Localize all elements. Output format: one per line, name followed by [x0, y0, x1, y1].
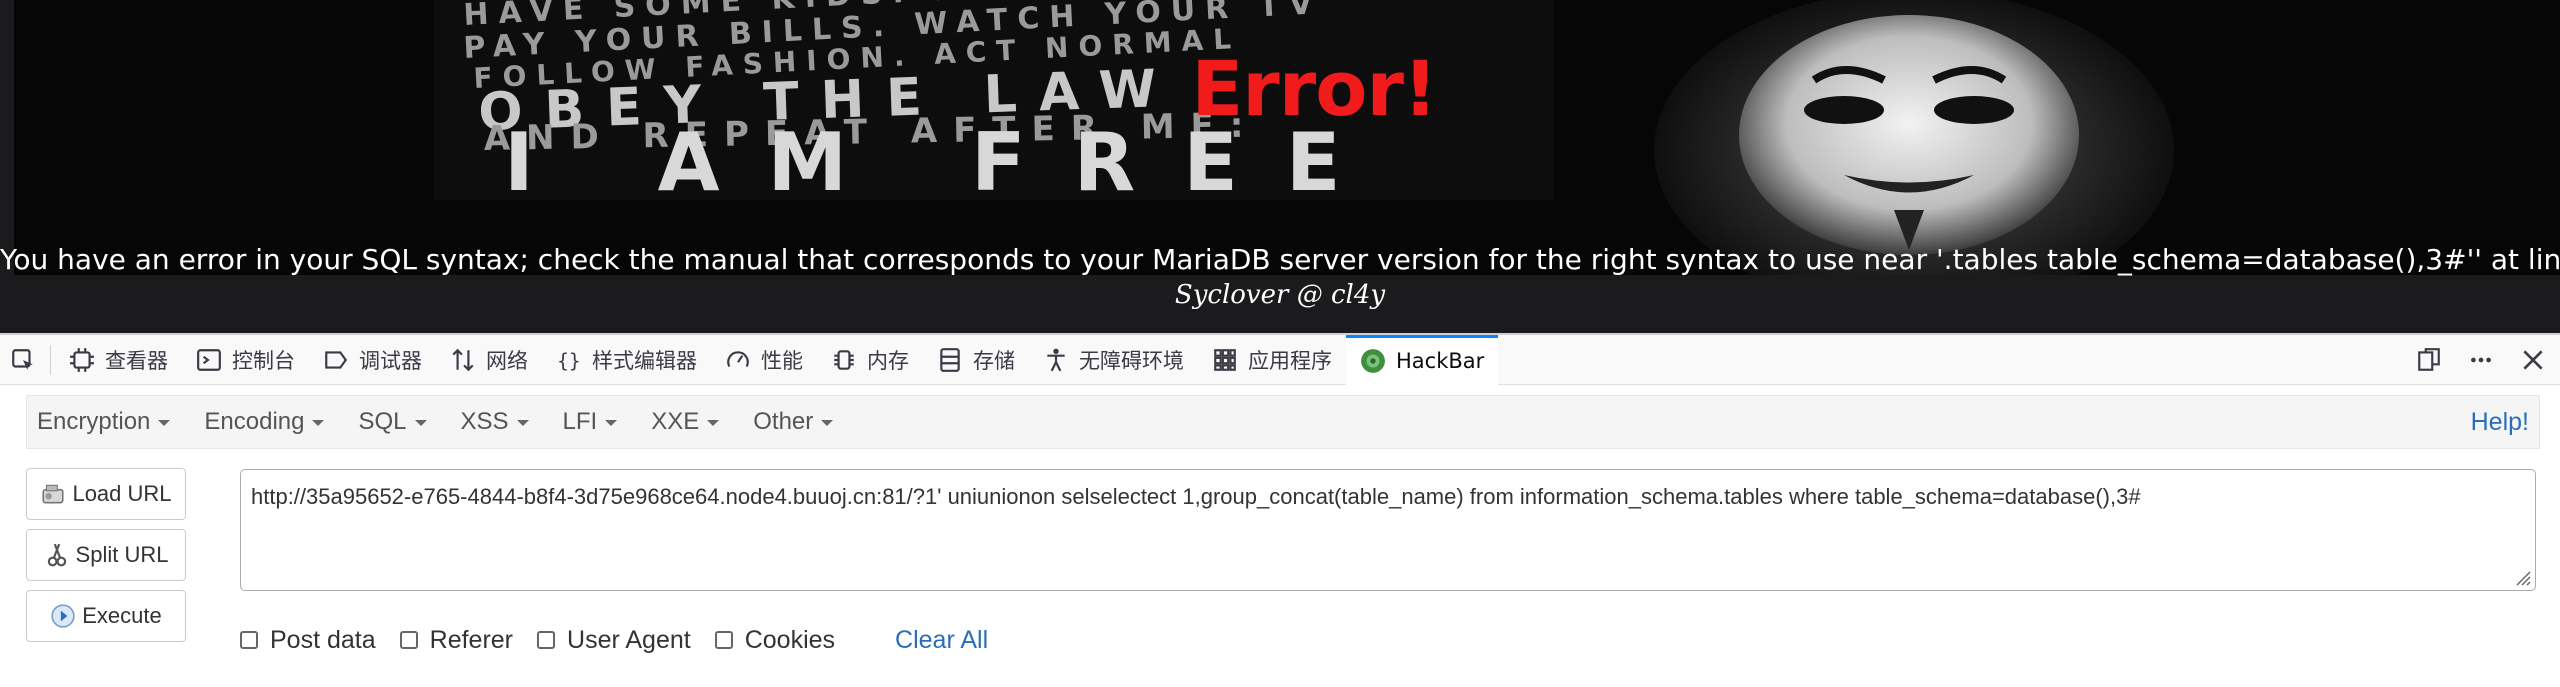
- tab-storage[interactable]: 存储: [923, 335, 1029, 385]
- tab-network[interactable]: 网络: [436, 335, 542, 385]
- close-icon[interactable]: [2520, 347, 2546, 373]
- console-icon: [197, 348, 221, 371]
- tab-application[interactable]: 应用程序: [1198, 335, 1346, 385]
- element-picker-button[interactable]: [0, 335, 46, 385]
- caret-down-icon: [414, 420, 427, 426]
- tab-label: 控制台: [232, 348, 295, 373]
- menu-label: LFI: [562, 408, 598, 435]
- menu-label: XSS: [460, 408, 509, 435]
- menu-label: Other: [753, 408, 814, 435]
- tab-label: 存储: [973, 348, 1015, 373]
- hackbar-menu-bar: Encryption Encoding SQL XSS LFI XXE Othe…: [26, 395, 2540, 449]
- tab-hackbar[interactable]: HackBar: [1346, 334, 1499, 385]
- hackbar-icon: [1361, 349, 1385, 373]
- caret-down-icon: [821, 420, 834, 426]
- caret-down-icon: [158, 420, 171, 426]
- tab-label: 无障碍环境: [1079, 348, 1184, 373]
- inspector-icon: [70, 347, 94, 372]
- option-label: Post data: [270, 625, 376, 654]
- svg-text:{}: {}: [557, 349, 580, 372]
- element-picker-icon: [12, 348, 33, 370]
- referer-option[interactable]: Referer: [399, 625, 514, 655]
- scissors-icon: [47, 543, 66, 567]
- tab-label: 查看器: [105, 348, 168, 373]
- menu-label: Encoding: [204, 408, 305, 435]
- option-label: Referer: [429, 625, 514, 654]
- caret-down-icon: [516, 420, 529, 426]
- dock-side-icon[interactable]: [2416, 347, 2442, 373]
- tab-label: 调试器: [359, 348, 422, 373]
- button-label: Load URL: [72, 481, 172, 506]
- toolbar-divider: [50, 344, 51, 375]
- user-agent-option[interactable]: User Agent: [537, 626, 691, 655]
- split-url-button[interactable]: Split URL: [26, 529, 186, 581]
- url-text: http://35a95652-e765-4844-b8f4-3d75e968c…: [251, 484, 2141, 509]
- menu-xss[interactable]: XSS: [451, 408, 539, 436]
- error-title: Error!: [1191, 44, 1437, 133]
- url-textarea[interactable]: http://35a95652-e765-4844-b8f4-3d75e968c…: [240, 469, 2536, 591]
- referer-checkbox[interactable]: [399, 631, 418, 649]
- debugger-icon: [325, 350, 348, 369]
- tab-label: 性能: [761, 348, 803, 373]
- network-icon: [452, 348, 474, 371]
- tab-debugger[interactable]: 调试器: [309, 335, 436, 385]
- menu-xxe[interactable]: XXE: [641, 408, 729, 436]
- option-label: Cookies: [744, 625, 836, 654]
- load-url-icon: [42, 484, 65, 504]
- cookies-checkbox[interactable]: [714, 631, 733, 649]
- caret-down-icon: [605, 420, 618, 426]
- signature-text: Syclover @ cl4y: [1174, 280, 1386, 310]
- tab-style-editor[interactable]: {} 样式编辑器: [542, 335, 711, 385]
- tab-memory[interactable]: 内存: [817, 335, 923, 385]
- application-icon: [1214, 348, 1236, 371]
- more-options-icon[interactable]: [2468, 347, 2494, 373]
- play-icon: [51, 604, 75, 628]
- accessibility-icon: [1047, 348, 1065, 371]
- tab-label: 内存: [867, 348, 909, 373]
- style-editor-icon: {}: [557, 349, 580, 372]
- sql-error-message: You have an error in your SQL syntax; ch…: [0, 243, 2560, 276]
- menu-lfi[interactable]: LFI: [553, 408, 628, 436]
- tab-label: HackBar: [1396, 349, 1485, 373]
- devtools-toolbar: 查看器 控制台 调试器 网络 {} 样式编辑器 性能 内存 存储 无障碍环境 应…: [0, 333, 2560, 385]
- banner-art: HAVE SOME KIDS. PAY YOUR TAXES PAY YOUR …: [434, 0, 2174, 275]
- tab-label: 网络: [486, 348, 528, 373]
- menu-encoding[interactable]: Encoding: [194, 408, 334, 436]
- menu-sql[interactable]: SQL: [348, 408, 436, 436]
- post-data-checkbox[interactable]: [240, 631, 258, 649]
- menu-label: Encryption: [37, 408, 151, 435]
- user-agent-checkbox[interactable]: [537, 631, 556, 649]
- tab-accessibility[interactable]: 无障碍环境: [1029, 335, 1198, 385]
- menu-other[interactable]: Other: [743, 408, 843, 436]
- option-label: User Agent: [567, 625, 691, 654]
- tab-label: 样式编辑器: [592, 348, 697, 373]
- caret-down-icon: [707, 420, 720, 426]
- tab-label: 应用程序: [1248, 348, 1332, 373]
- caret-down-icon: [312, 420, 325, 426]
- button-label: Execute: [82, 603, 162, 628]
- banner-image: HAVE SOME KIDS. PAY YOUR TAXES PAY YOUR …: [14, 0, 2560, 275]
- menu-label: XXE: [651, 408, 700, 435]
- tab-inspector[interactable]: 查看器: [55, 335, 182, 385]
- post-data-option[interactable]: Post data: [240, 626, 376, 655]
- resize-grip-icon[interactable]: [2513, 568, 2531, 586]
- web-page: HAVE SOME KIDS. PAY YOUR TAXES PAY YOUR …: [0, 0, 2560, 333]
- devtools-window-controls: [2416, 347, 2560, 373]
- storage-icon: [940, 347, 960, 372]
- menu-encryption[interactable]: Encryption: [27, 408, 180, 436]
- clear-all-link[interactable]: Clear All: [895, 626, 988, 655]
- help-link[interactable]: Help!: [2471, 408, 2529, 437]
- performance-icon: [727, 350, 749, 367]
- button-label: Split URL: [75, 542, 169, 567]
- menu-label: SQL: [358, 408, 407, 435]
- execute-button[interactable]: Execute: [26, 590, 186, 642]
- tab-console[interactable]: 控制台: [182, 335, 309, 385]
- hackbar-options: Post data Referer User Agent Cookies Cle…: [240, 622, 988, 658]
- load-url-button[interactable]: Load URL: [26, 468, 186, 520]
- cookies-option[interactable]: Cookies: [714, 625, 836, 655]
- memory-icon: [834, 349, 854, 370]
- tab-performance[interactable]: 性能: [711, 335, 817, 385]
